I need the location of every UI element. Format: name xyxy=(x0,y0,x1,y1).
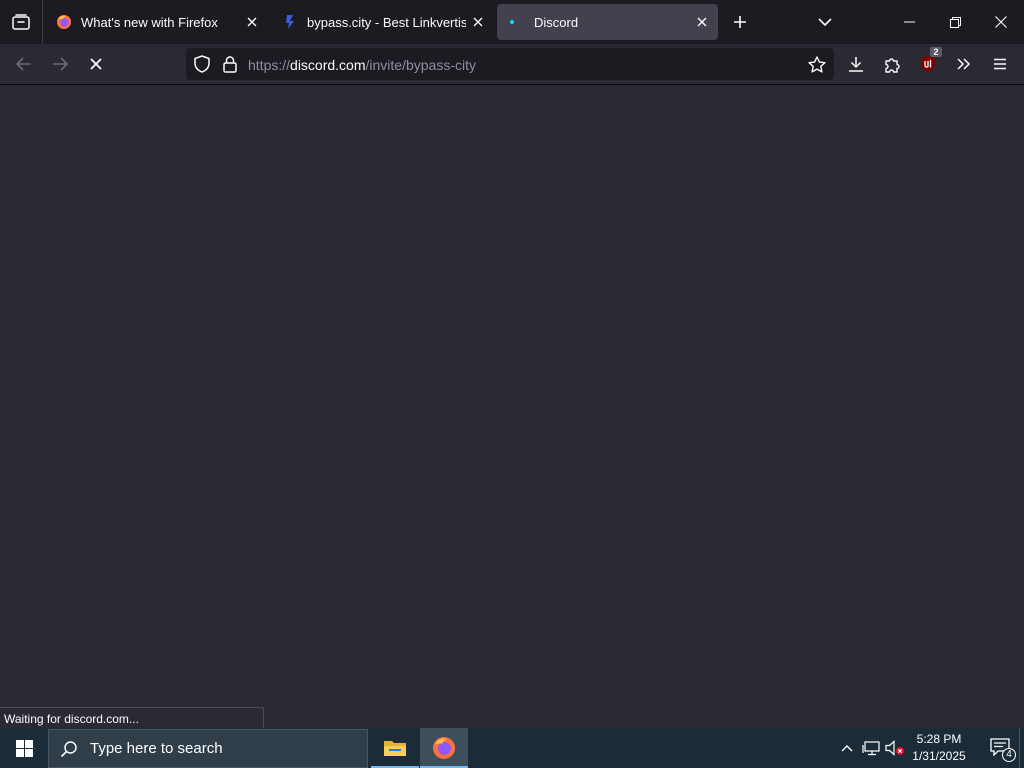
puzzle-piece-icon xyxy=(884,57,900,73)
volume-button[interactable] xyxy=(884,736,906,760)
volume-muted-icon xyxy=(885,740,904,756)
minimize-button[interactable] xyxy=(886,0,932,44)
site-security-button[interactable] xyxy=(218,52,242,76)
tab-close-button[interactable] xyxy=(240,10,264,34)
tab-whats-new[interactable]: What's new with Firefox xyxy=(44,4,268,40)
close-window-button[interactable] xyxy=(978,0,1024,44)
notification-count-badge: 4 xyxy=(1002,748,1016,762)
extension-badge: 2 xyxy=(930,47,942,57)
bypass-city-icon xyxy=(286,15,294,29)
minimize-icon xyxy=(903,21,915,23)
forward-arrow-icon xyxy=(53,57,68,71)
firefox-view-button[interactable] xyxy=(0,0,42,44)
tab-title: What's new with Firefox xyxy=(81,14,218,30)
close-icon xyxy=(697,17,707,27)
taskbar-search-box[interactable]: Type here to search xyxy=(48,729,368,768)
close-icon xyxy=(247,17,257,27)
more-tools-button[interactable] xyxy=(948,48,980,80)
taskbar-firefox[interactable] xyxy=(420,728,468,768)
plus-icon xyxy=(734,16,746,28)
app-menu-button[interactable] xyxy=(984,48,1016,80)
star-icon xyxy=(808,55,826,73)
list-all-tabs-button[interactable] xyxy=(811,8,839,36)
hamburger-menu-icon xyxy=(994,58,1006,70)
taskbar-clock[interactable]: 5:28 PM 1/31/2025 xyxy=(906,731,972,765)
folder-icon xyxy=(384,741,406,756)
firefox-view-icon xyxy=(12,14,30,30)
downloads-button[interactable] xyxy=(840,48,872,80)
lock-icon xyxy=(223,55,237,73)
restore-button[interactable] xyxy=(932,0,978,44)
ublock-origin-button[interactable]: 2 xyxy=(912,47,944,80)
show-desktop-button[interactable] xyxy=(1019,728,1024,768)
ublock-origin-icon xyxy=(921,56,935,72)
firefox-icon xyxy=(57,15,71,29)
double-chevron-right-icon xyxy=(957,58,971,70)
search-placeholder: Type here to search xyxy=(90,740,223,757)
chevron-up-icon xyxy=(841,745,853,752)
download-icon xyxy=(849,57,863,72)
extensions-button[interactable] xyxy=(876,48,908,80)
new-tab-button[interactable] xyxy=(726,8,754,36)
clock-time: 5:28 PM xyxy=(916,732,962,746)
tab-title: Discord xyxy=(534,14,579,30)
tab-close-button[interactable] xyxy=(466,10,490,34)
action-center-button[interactable]: 4 xyxy=(980,728,1020,768)
url-host: discord.com xyxy=(290,57,366,73)
firefox-icon xyxy=(433,737,455,759)
bookmark-page-button[interactable] xyxy=(804,52,830,76)
network-icon xyxy=(862,740,880,755)
back-button[interactable] xyxy=(8,48,40,80)
close-icon xyxy=(473,17,483,27)
close-icon xyxy=(995,16,1007,28)
stop-loading-button[interactable] xyxy=(80,48,112,80)
restore-icon xyxy=(949,16,961,28)
tab-title: bypass.city - Best Linkvertise & xyxy=(307,14,466,30)
back-arrow-icon xyxy=(16,57,31,71)
forward-button[interactable] xyxy=(44,48,76,80)
status-panel: Waiting for discord.com... xyxy=(0,707,264,728)
shield-icon xyxy=(194,55,210,73)
windows-logo-icon xyxy=(15,739,33,757)
page-content xyxy=(0,85,1024,728)
tracking-protection-button[interactable] xyxy=(190,52,214,76)
stop-icon xyxy=(90,58,102,70)
url-prefix: https:// xyxy=(248,57,291,73)
network-button[interactable] xyxy=(860,736,882,760)
url-text[interactable]: https://discord.com/invite/bypass-city xyxy=(248,57,476,73)
tab-discord[interactable]: Discord xyxy=(497,4,718,40)
start-button[interactable] xyxy=(0,728,48,768)
chevron-down-icon xyxy=(818,18,832,27)
tab-separator xyxy=(42,0,43,44)
loading-dot-icon xyxy=(510,20,514,24)
tab-close-button[interactable] xyxy=(690,10,714,34)
clock-date: 1/31/2025 xyxy=(912,749,966,763)
taskbar-file-explorer[interactable] xyxy=(371,728,419,768)
url-path: /invite/bypass-city xyxy=(365,57,476,73)
show-hidden-icons-button[interactable] xyxy=(836,736,858,760)
search-icon xyxy=(60,740,77,757)
tab-bypass-city[interactable]: bypass.city - Best Linkvertise & xyxy=(270,4,494,40)
